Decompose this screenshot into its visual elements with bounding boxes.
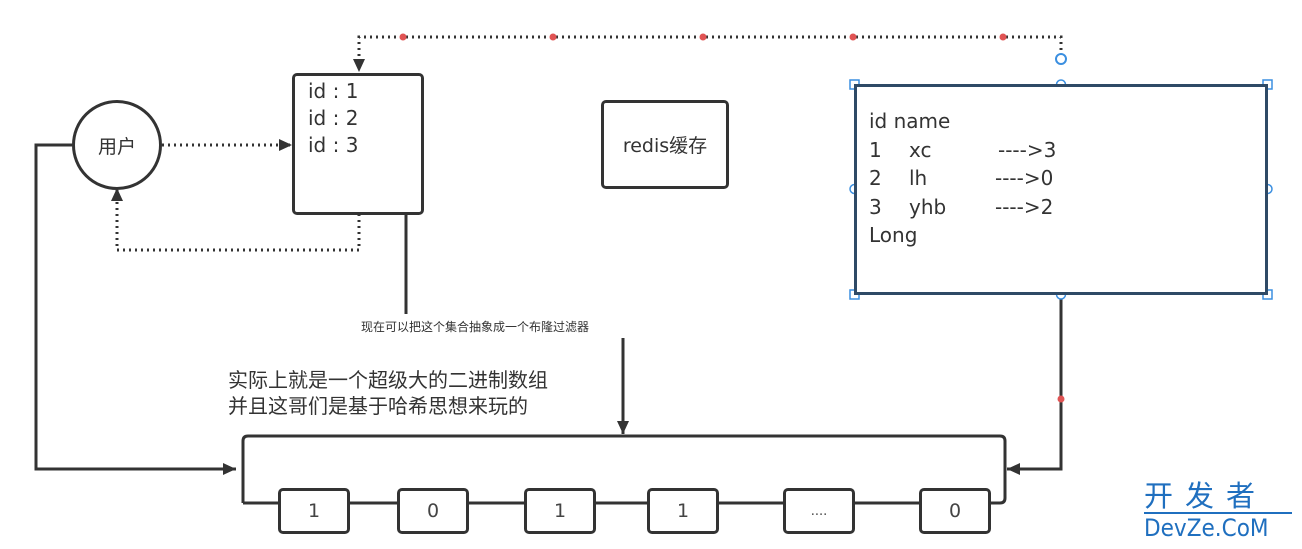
table-row: 1 xc ---->3 — [869, 136, 1265, 165]
bloom-filter-label: 现在可以把这个集合抽象成一个布隆过滤器 — [361, 318, 590, 335]
row-name: yhb — [909, 194, 947, 219]
row-bit-pointer: ---->3 — [998, 137, 1057, 162]
edge-waypoint[interactable] — [399, 33, 407, 41]
watermark-logo: 开发者 DevZe.CoM — [1144, 480, 1292, 542]
id-line: id : 2 — [308, 106, 359, 130]
row-id: 2 — [869, 166, 882, 190]
bit-value: 0 — [426, 500, 440, 522]
edge-waypoint[interactable] — [549, 33, 557, 41]
table-row: 2 lh ---->0 — [869, 164, 1265, 193]
bit-cell[interactable]: 0 — [919, 488, 991, 534]
edge-waypoint[interactable] — [849, 33, 857, 41]
user-node-label: 用户 — [97, 135, 136, 158]
edge-waypoint[interactable] — [699, 33, 707, 41]
bit-value: 1 — [307, 500, 321, 522]
edge-waypoint[interactable] — [999, 33, 1007, 41]
bit-cell[interactable]: .... — [783, 488, 855, 534]
bit-cell[interactable]: 1 — [647, 488, 719, 534]
description-line-2: 并且这哥们是基于哈希思想来玩的 — [228, 394, 528, 418]
row-name: lh — [909, 166, 928, 190]
bit-cell[interactable]: 0 — [397, 488, 469, 534]
bit-value: 1 — [676, 500, 690, 522]
id-line: id : 1 — [308, 79, 359, 103]
bit-value: 1 — [553, 500, 567, 522]
table-header: id name — [869, 109, 951, 133]
id-list-node[interactable]: id : 1 id : 2 id : 3 — [292, 73, 424, 215]
user-table-node[interactable]: id name 1 xc ---->3 2 lh ---->0 3 yhb --… — [854, 84, 1268, 295]
row-bit-pointer: ---->0 — [995, 166, 1054, 190]
row-id: 1 — [869, 137, 882, 162]
watermark-cn: 开发者 — [1144, 479, 1268, 513]
table-footer: Long — [869, 223, 918, 247]
redis-cache-label: redis缓存 — [622, 135, 708, 157]
bit-cell[interactable]: 1 — [524, 488, 596, 534]
row-name: xc — [909, 137, 932, 162]
edge-user-to-bitarray[interactable] — [34, 143, 236, 475]
table-row: 3 yhb ---->2 — [869, 193, 1265, 222]
id-line: id : 3 — [308, 133, 359, 157]
user-node[interactable]: 用户 — [72, 100, 162, 190]
description-line-1: 实际上就是一个超级大的二进制数组 — [228, 368, 548, 392]
bit-value: 0 — [948, 500, 962, 522]
edge-waypoint[interactable] — [1057, 395, 1065, 403]
row-id: 3 — [869, 194, 882, 219]
row-bit-pointer: ---->2 — [995, 194, 1054, 219]
bit-value: .... — [810, 503, 828, 519]
bit-cell[interactable]: 1 — [278, 488, 350, 534]
redis-cache-node[interactable]: redis缓存 — [601, 100, 729, 189]
connection-handle[interactable] — [1055, 53, 1067, 65]
edge-table-to-bitarray[interactable] — [1007, 295, 1063, 475]
edge-table-to-ids[interactable] — [353, 35, 1063, 72]
watermark-en: DevZe.CoM — [1144, 512, 1292, 542]
bit-array-container[interactable] — [241, 434, 1007, 505]
